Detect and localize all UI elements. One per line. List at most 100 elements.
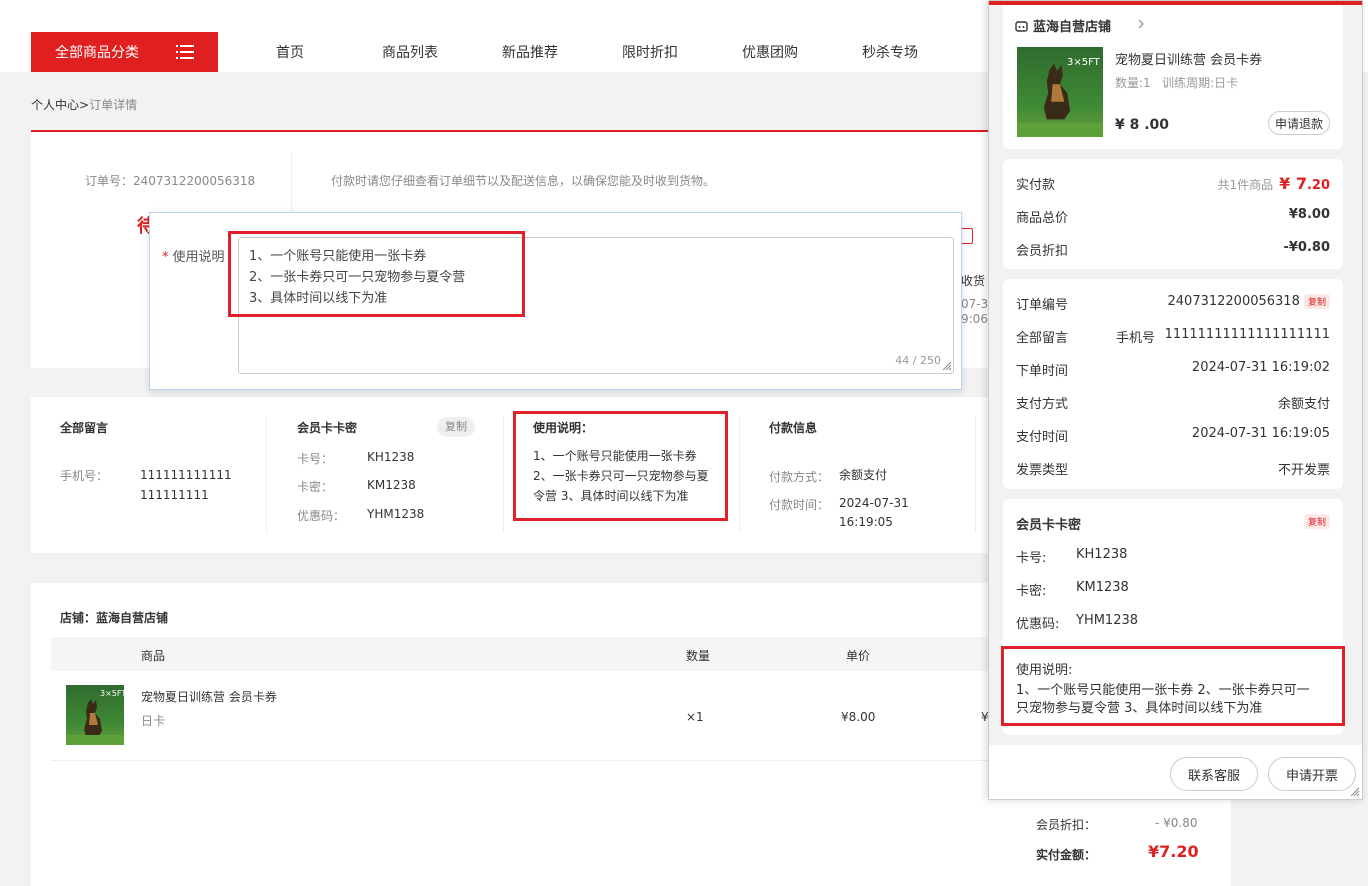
breadcrumb-current: 订单详情 xyxy=(89,98,138,112)
nav-group-buy[interactable]: 优惠团购 xyxy=(710,42,830,62)
list-menu-icon xyxy=(176,45,194,59)
main-nav: 首页 商品列表 新品推荐 限时折扣 优惠团购 秒杀专场 领券 xyxy=(230,32,1070,72)
pay-method-label: 支付方式 xyxy=(1016,397,1069,412)
paid-label: 实付金额： xyxy=(1036,848,1097,862)
order-time-label: 下单时间 xyxy=(1016,364,1069,379)
resize-grip-icon[interactable] xyxy=(1350,787,1360,797)
payment-tip: 付款时请您仔细查看订单细节以及配送信息，以确保您能及时收到货物。 xyxy=(331,174,716,188)
order-no-value-wrap: 2407312200056318 复制 xyxy=(1168,294,1330,309)
payment-card: 实付款 共1件商品 ¥ 7.20 商品总价 ¥8.00 会员折扣 -¥0.80 xyxy=(1003,159,1343,269)
payment-title: 付款信息 xyxy=(769,421,818,435)
order-no-label: 订单编号 xyxy=(1016,298,1069,313)
pay-time-date: 2024-07-31 xyxy=(839,496,909,510)
card-title: 会员卡卡密 xyxy=(297,421,358,435)
breadcrumb-root[interactable]: 个人中心 xyxy=(31,98,79,112)
discount-value: - ¥0.80 xyxy=(1155,816,1198,830)
usage-editor-popup: * 使用说明 1、一个账号只能使用一张卡券 2、一张卡券只可一只宠物参与夏令营 3… xyxy=(149,212,962,390)
product-name[interactable]: 宠物夏日训练营 会员卡券 xyxy=(141,688,277,705)
refund-button[interactable]: 申请退款 xyxy=(1268,111,1330,135)
copy-card-button-wrap: 复制 xyxy=(1303,514,1330,529)
order-no-row: 订单编号 2407312200056318 复制 xyxy=(1016,294,1330,314)
all-categories-button[interactable]: 全部商品分类 xyxy=(31,32,218,72)
nav-seckill[interactable]: 秒杀专场 xyxy=(830,42,950,62)
paid-count: 共1件商品 xyxy=(1217,178,1274,192)
col-price: 单价 xyxy=(846,649,871,663)
pay-time-row: 支付时间 2024-07-31 16:19:05 xyxy=(1016,426,1330,446)
store-name[interactable]: 蓝海自营店铺 xyxy=(1033,16,1111,35)
phone-value-2: 111111111 xyxy=(140,488,209,502)
paid-value: ¥7.20 xyxy=(1148,842,1199,861)
card-coupon-value: YHM1238 xyxy=(1076,613,1139,628)
highlight-box xyxy=(1001,646,1345,726)
shop-name: 店铺：蓝海自营店铺 xyxy=(60,611,169,625)
card-section: 会员卡卡密 复制 卡号： KH1238 卡密： KM1238 优惠码： YHM1… xyxy=(297,397,507,553)
card-title: 会员卡卡密 xyxy=(1016,518,1082,533)
order-time-row: 下单时间 2024-07-31 16:19:02 xyxy=(1016,360,1330,380)
receive-step-time: 9:06 xyxy=(961,312,988,326)
paid-value-small: .20 xyxy=(1306,178,1330,193)
contact-service-button[interactable]: 联系客服 xyxy=(1170,757,1258,791)
total-row: 商品总价 ¥8.00 xyxy=(1016,207,1330,227)
card-coupon-row: 优惠码: YHM1238 xyxy=(1016,613,1330,633)
order-detail-panel: 蓝海自营店铺 3×5FT 宠物夏日训练营 会员卡券 数量:1 训练周期:日卡 ¥… xyxy=(988,0,1363,800)
chevron-right-icon[interactable] xyxy=(1137,18,1145,30)
copy-card-button[interactable]: 复制 xyxy=(1303,514,1330,529)
total-value: ¥8.00 xyxy=(1288,207,1330,222)
paid-label: 实付款 xyxy=(1016,178,1056,193)
store-icon xyxy=(1015,21,1028,32)
nav-flash-discount[interactable]: 限时折扣 xyxy=(590,42,710,62)
discount-value: -¥0.80 xyxy=(1283,240,1330,255)
nav-new-arrivals[interactable]: 新品推荐 xyxy=(470,42,590,62)
product-meta: 数量:1 训练周期:日卡 xyxy=(1115,76,1239,90)
paid-amount: 共1件商品 ¥ 7.20 xyxy=(1217,174,1330,193)
coupon-value: YHM1238 xyxy=(367,507,425,521)
card-no-value: KH1238 xyxy=(367,450,415,464)
message-title: 全部留言 xyxy=(60,421,109,435)
pay-time-label: 支付时间 xyxy=(1016,430,1069,445)
divider xyxy=(975,417,976,533)
invoice-label: 发票类型 xyxy=(1016,463,1069,478)
copy-order-no-button[interactable]: 复制 xyxy=(1303,294,1330,309)
order-time-value: 2024-07-31 16:19:02 xyxy=(1191,360,1330,375)
order-number: 订单号：2407312200056318 xyxy=(85,174,256,188)
pay-method-value: 余额支付 xyxy=(1277,397,1330,412)
phone-value-1: 111111111111 xyxy=(140,468,232,482)
order-info-card: 订单编号 2407312200056318 复制 全部留言 手机号 111111… xyxy=(1003,279,1343,489)
card-no-label: 卡号: xyxy=(1016,551,1047,566)
breadcrumb-sep: > xyxy=(79,98,90,112)
message-section: 全部留言 手机号： 111111111111 111111111 xyxy=(60,397,260,553)
resize-grip-icon[interactable] xyxy=(942,361,952,371)
product-price: ¥ 8 .00 xyxy=(1115,117,1170,133)
table-row: 3×5FT 宠物夏日训练营 会员卡券 日卡 ×1 ¥8.00 ¥ xyxy=(51,671,991,761)
card-pwd-value: KM1238 xyxy=(1076,580,1129,595)
pay-time-value: 2024-07-31 16:19:05 xyxy=(1191,426,1330,441)
coupon-label: 优惠码： xyxy=(297,509,346,523)
product-qty: ×1 xyxy=(686,710,704,724)
pay-method-label: 付款方式： xyxy=(769,470,830,484)
phone-label: 手机号： xyxy=(60,469,109,483)
product-price: ¥8.00 xyxy=(841,710,876,724)
pay-method-row: 支付方式 余额支付 xyxy=(1016,393,1330,413)
card-pwd-row: 卡密: KM1238 xyxy=(1016,580,1330,600)
card-no-row: 卡号: KH1238 xyxy=(1016,547,1330,567)
paid-value-big: ¥ 7 xyxy=(1279,174,1307,193)
receive-step-label: 收货 xyxy=(961,274,986,288)
discount-label: 会员折扣 xyxy=(1016,244,1069,259)
product-thumbnail[interactable]: 3×5FT xyxy=(66,685,124,745)
nav-product-list[interactable]: 商品列表 xyxy=(350,42,470,62)
product-name[interactable]: 宠物夏日训练营 会员卡券 xyxy=(1115,49,1262,68)
pay-time-clock: 16:19:05 xyxy=(839,515,893,529)
message-key: 手机号 xyxy=(1116,331,1156,346)
card-no-value: KH1238 xyxy=(1076,547,1128,562)
col-qty: 数量 xyxy=(686,649,711,663)
dog-icon xyxy=(1043,63,1071,120)
copy-card-button[interactable]: 复制 xyxy=(437,417,475,437)
usage-label: * 使用说明 xyxy=(162,246,225,265)
card-title-row: 会员卡卡密 复制 xyxy=(1016,514,1330,534)
nav-home[interactable]: 首页 xyxy=(230,42,350,62)
discount-label: 会员折扣： xyxy=(1036,818,1097,832)
divider xyxy=(503,417,504,533)
invoice-row: 发票类型 不开发票 xyxy=(1016,459,1330,479)
request-invoice-button[interactable]: 申请开票 xyxy=(1268,757,1356,791)
product-thumbnail[interactable]: 3×5FT xyxy=(1017,47,1103,137)
